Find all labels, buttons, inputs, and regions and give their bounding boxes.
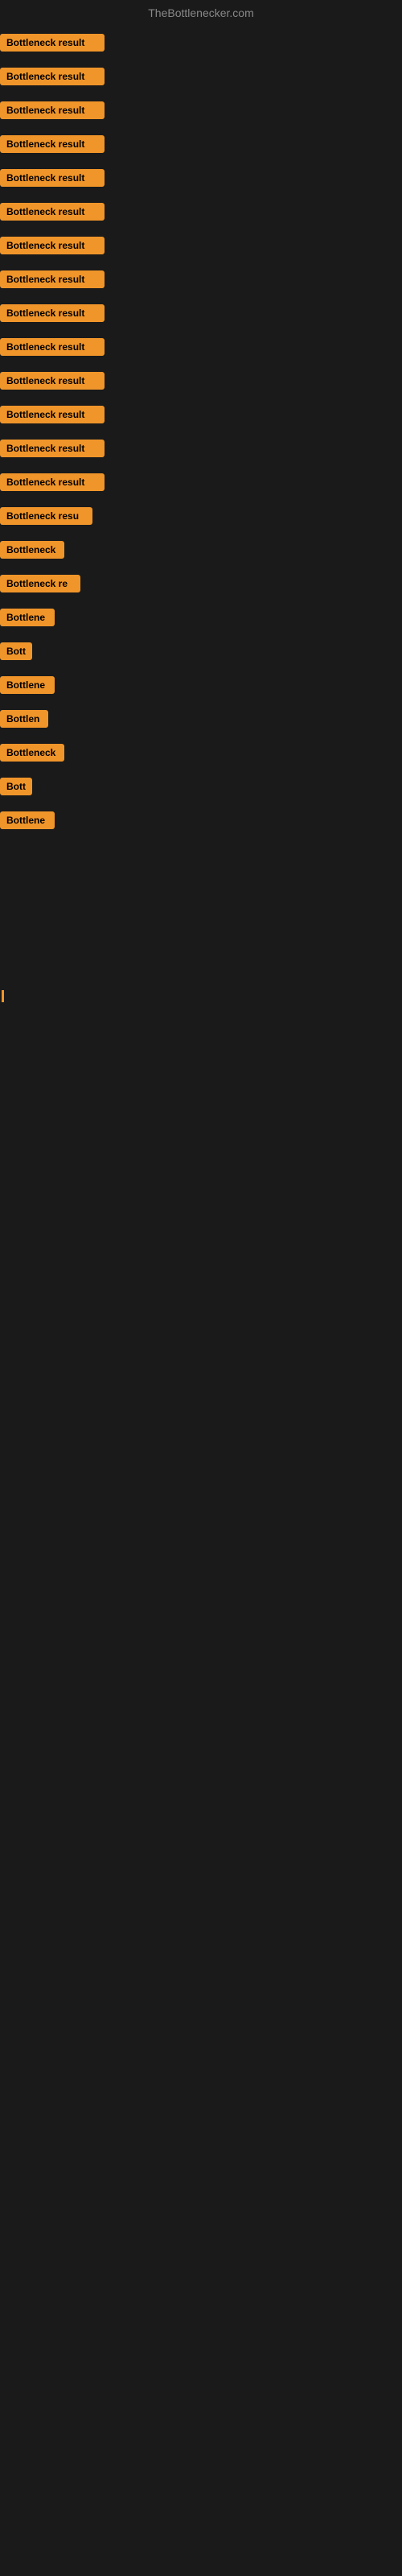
bottleneck-badge-13[interactable]: Bottleneck result — [0, 440, 105, 457]
bottleneck-item-6: Bottleneck result — [0, 195, 402, 229]
bottleneck-item-10: Bottleneck result — [0, 330, 402, 364]
site-header: TheBottlenecker.com — [0, 0, 402, 26]
bottleneck-item-17: Bottleneck re — [0, 567, 402, 601]
bottleneck-badge-7[interactable]: Bottleneck result — [0, 237, 105, 254]
bottleneck-badge-4[interactable]: Bottleneck result — [0, 135, 105, 153]
bottleneck-badge-18[interactable]: Bottlene — [0, 609, 55, 626]
bottleneck-item-11: Bottleneck result — [0, 364, 402, 398]
bottleneck-item-18: Bottlene — [0, 601, 402, 634]
bottleneck-item-5: Bottleneck result — [0, 161, 402, 195]
bottleneck-badge-20[interactable]: Bottlene — [0, 676, 55, 694]
bottleneck-badge-19[interactable]: Bott — [0, 642, 32, 660]
bottleneck-badge-9[interactable]: Bottleneck result — [0, 304, 105, 322]
bottleneck-item-3: Bottleneck result — [0, 93, 402, 127]
bottleneck-badge-24[interactable]: Bottlene — [0, 811, 55, 829]
bottleneck-item-22: Bottleneck — [0, 736, 402, 770]
bottleneck-item-4: Bottleneck result — [0, 127, 402, 161]
bottleneck-badge-6[interactable]: Bottleneck result — [0, 203, 105, 221]
bottleneck-item-15: Bottleneck resu — [0, 499, 402, 533]
bottleneck-item-7: Bottleneck result — [0, 229, 402, 262]
bottleneck-item-2: Bottleneck result — [0, 60, 402, 93]
bottleneck-badge-10[interactable]: Bottleneck result — [0, 338, 105, 356]
bottleneck-badge-8[interactable]: Bottleneck result — [0, 270, 105, 288]
bottleneck-item-23: Bott — [0, 770, 402, 803]
bottleneck-badge-2[interactable]: Bottleneck result — [0, 68, 105, 85]
bottleneck-badge-11[interactable]: Bottleneck result — [0, 372, 105, 390]
bottleneck-item-9: Bottleneck result — [0, 296, 402, 330]
bottleneck-badge-23[interactable]: Bott — [0, 778, 32, 795]
bottleneck-badge-1[interactable]: Bottleneck result — [0, 34, 105, 52]
bottleneck-item-1: Bottleneck result — [0, 26, 402, 60]
site-title: TheBottlenecker.com — [148, 6, 254, 19]
bottleneck-badge-21[interactable]: Bottlen — [0, 710, 48, 728]
bottleneck-item-20: Bottlene — [0, 668, 402, 702]
bottleneck-badge-15[interactable]: Bottleneck resu — [0, 507, 92, 525]
bottleneck-badge-14[interactable]: Bottleneck result — [0, 473, 105, 491]
bottleneck-badge-3[interactable]: Bottleneck result — [0, 101, 105, 119]
bottleneck-item-13: Bottleneck result — [0, 431, 402, 465]
bottleneck-item-24: Bottlene — [0, 803, 402, 837]
bottleneck-badge-22[interactable]: Bottleneck — [0, 744, 64, 762]
bottleneck-item-14: Bottleneck result — [0, 465, 402, 499]
bottleneck-item-19: Bott — [0, 634, 402, 668]
bottleneck-item-12: Bottleneck result — [0, 398, 402, 431]
bottleneck-item-8: Bottleneck result — [0, 262, 402, 296]
bottleneck-badge-17[interactable]: Bottleneck re — [0, 575, 80, 592]
bottleneck-badge-12[interactable]: Bottleneck result — [0, 406, 105, 423]
bottleneck-item-16: Bottleneck — [0, 533, 402, 567]
tiny-indicator-1 — [2, 990, 4, 1002]
bottleneck-item-21: Bottlen — [0, 702, 402, 736]
bottleneck-badge-5[interactable]: Bottleneck result — [0, 169, 105, 187]
bottleneck-badge-16[interactable]: Bottleneck — [0, 541, 64, 559]
